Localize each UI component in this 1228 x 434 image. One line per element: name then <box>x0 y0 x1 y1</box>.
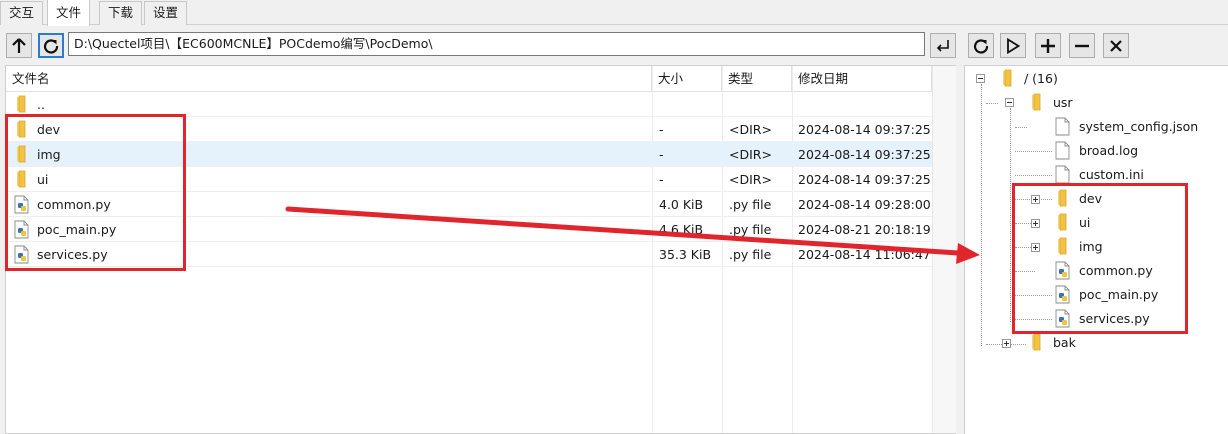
annotation-arrow <box>285 206 980 264</box>
